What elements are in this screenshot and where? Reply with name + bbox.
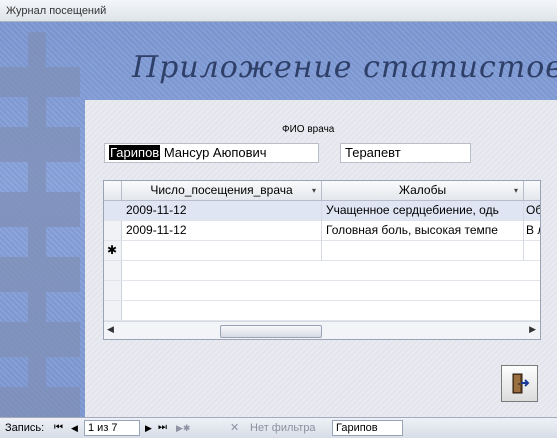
exit-button[interactable] [501, 365, 538, 402]
search-field[interactable]: Гарипов [332, 420, 403, 436]
fio-selected-text: Гарипов [109, 145, 161, 160]
fio-rest-text: Мансур Аюпович [160, 145, 267, 160]
extra-cell[interactable]: В л [524, 221, 540, 241]
record-position-field[interactable]: 1 из 7 [84, 420, 140, 436]
scroll-right-icon[interactable]: ▶ [529, 324, 536, 335]
column-header-complaints[interactable]: Жалобы ▾ [322, 181, 524, 201]
app-title: Приложение статистов [132, 50, 557, 85]
complaint-cell[interactable] [322, 241, 524, 261]
table-row[interactable]: 2009-11-12 Головная боль, высокая темпе … [104, 221, 540, 241]
table-row[interactable]: 2009-11-12 Учащенное сердцебиение, одь О… [104, 201, 540, 221]
fio-label: ФИО врача [282, 124, 335, 135]
select-all-corner[interactable] [104, 181, 122, 201]
date-cell[interactable] [122, 241, 322, 261]
complaint-cell[interactable]: Головная боль, высокая темпе [322, 221, 524, 241]
fio-field[interactable]: Гарипов Мансур Аюпович [104, 143, 319, 163]
window-title: Журнал посещений [0, 0, 557, 22]
scroll-thumb[interactable] [220, 325, 322, 338]
horizontal-scrollbar[interactable]: ◀ ▶ [104, 321, 540, 339]
next-record-icon[interactable]: ▶ [145, 418, 152, 438]
empty-row [104, 261, 540, 281]
new-record-row[interactable]: ✱ [104, 241, 540, 261]
last-record-icon[interactable]: ⏭ [158, 418, 167, 438]
exit-door-icon [512, 373, 530, 394]
date-cell[interactable]: 2009-11-12 [122, 221, 322, 241]
extra-cell[interactable] [524, 241, 540, 261]
date-cell[interactable]: 2009-11-12 [122, 201, 322, 221]
column-header-extra[interactable] [524, 181, 540, 201]
funnel-icon: ✕ [230, 422, 240, 434]
filter-status[interactable]: Нет фильтра [250, 418, 316, 438]
puzzle-decoration [0, 22, 95, 417]
extra-cell[interactable]: Об [524, 201, 540, 221]
complaint-cell[interactable]: Учащенное сердцебиение, одь [322, 201, 524, 221]
first-record-icon[interactable]: ⏮ [54, 418, 63, 438]
column-header-complaints-label: Жалобы [398, 183, 447, 197]
record-navigator: Запись: ⏮ ◀ 1 из 7 ▶ ⏭ ▶✱ ✕ Нет фильтра … [0, 417, 557, 438]
visits-grid[interactable]: Число_посещения_врача ▾ Жалобы ▾ 2009-11… [103, 180, 541, 340]
prev-record-icon[interactable]: ◀ [71, 418, 78, 438]
sort-arrow-icon[interactable]: ▾ [514, 181, 518, 200]
sort-arrow-icon[interactable]: ▾ [312, 181, 316, 200]
new-record-icon[interactable]: ▶✱ [176, 418, 190, 438]
empty-row [104, 281, 540, 301]
column-header-date[interactable]: Число_посещения_врача ▾ [122, 181, 322, 201]
column-header-date-label: Число_посещения_врача [150, 183, 293, 197]
scroll-left-icon[interactable]: ◀ [107, 324, 114, 335]
record-label: Запись: [5, 422, 45, 434]
specialty-field[interactable]: Терапевт [340, 143, 471, 163]
empty-row [104, 301, 540, 321]
new-record-marker-icon: ✱ [104, 241, 122, 261]
